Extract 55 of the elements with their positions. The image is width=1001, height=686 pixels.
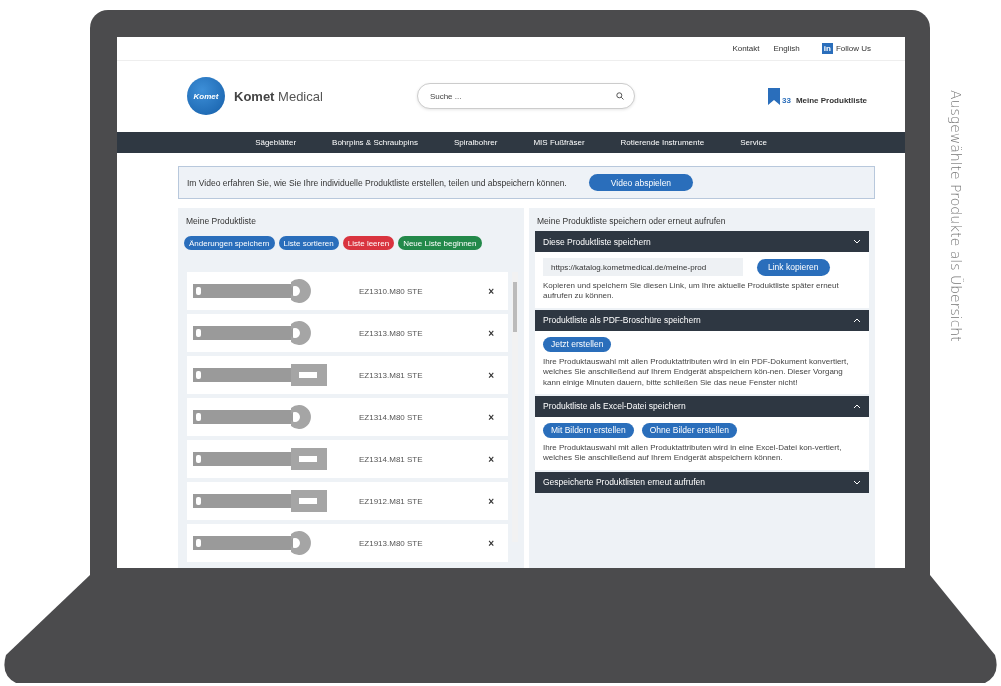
search-icon[interactable] (615, 92, 624, 101)
nav-item[interactable]: Rotierende Instrumente (602, 137, 723, 147)
chevron-up-icon[interactable] (853, 403, 861, 409)
chevron-up-icon[interactable] (853, 317, 861, 323)
panel-title: Meine Produktliste speichern oder erneut aufrufen (537, 216, 727, 226)
top-link[interactable]: English (773, 44, 800, 54)
action-button[interactable]: Liste sortieren (278, 236, 339, 250)
product-code: EZ1313.M80 STE (359, 328, 423, 338)
search-field[interactable]: Suche ... (416, 83, 635, 110)
banner-text: Im Video erfahren Sie, wie Sie Ihre individuelle Produktliste erstellen, teilen und abspeichern können. (187, 177, 567, 188)
video-button[interactable]: Video abspielen (588, 174, 694, 191)
action-button[interactable]: Änderungen speichern (184, 236, 275, 250)
product-code: EZ1310.M80 STE (359, 286, 423, 296)
action-button[interactable]: Neue Liste beginnen (398, 236, 482, 250)
action-button[interactable]: Link kopieren (757, 258, 830, 276)
remove-button[interactable]: × (488, 369, 494, 381)
follow-link[interactable]: in Follow Us (821, 43, 871, 55)
nav-item[interactable]: Bohrpins & Schraubpins (314, 137, 436, 147)
chevron-down-icon[interactable] (853, 239, 861, 244)
nav-item[interactable]: Service (722, 137, 785, 147)
chevron-down-icon[interactable] (853, 479, 861, 485)
product-code: EZ1314.M80 STE (359, 412, 423, 422)
logo: Komet (187, 77, 225, 116)
brand-name: Komet Medical (234, 88, 323, 104)
remove-button[interactable]: × (488, 285, 494, 297)
product-code: EZ1913.M80 STE (359, 538, 423, 548)
nav-item[interactable]: Spiralbohrer (435, 137, 516, 147)
bookmark-icon (767, 87, 780, 105)
side-caption: Ausgewählte Produkte als Übersicht (948, 90, 964, 344)
remove-button[interactable]: × (488, 537, 494, 549)
product-list-link[interactable]: 33 Meine Produktliste (767, 87, 867, 105)
section-text: Kopieren und speichern Sie diesen Link, um Ihre aktuelle Produktliste später erneut aufrufen zu können. (543, 281, 840, 302)
remove-button[interactable]: × (488, 495, 494, 507)
top-link[interactable]: Kontakt (732, 44, 760, 54)
panel-title: Meine Produktliste (186, 216, 257, 226)
nav-item[interactable]: MIS Fußfräser (515, 137, 603, 147)
product-code: EZ1912.M81 STE (359, 496, 423, 506)
action-button[interactable]: Ohne Bilder erstellen (641, 422, 738, 438)
link-field[interactable]: https://katalog.kometmedical.de/meine-prod (543, 258, 743, 276)
remove-button[interactable]: × (488, 327, 494, 339)
action-button[interactable]: Liste leeren (342, 236, 395, 250)
accordion-header[interactable]: Gespeicherte Produktlisten erneut aufrufen (535, 471, 869, 493)
action-button[interactable]: Jetzt erstellen (543, 336, 612, 352)
product-code: EZ1313.M81 STE (359, 370, 423, 380)
accordion-header[interactable]: Produktliste als Excel-Datei speichern (535, 395, 869, 417)
product-code: EZ1314.M81 STE (359, 454, 423, 464)
section-text: Ihre Produktauswahl mit allen Produktattributen wird in ein PDF-Dokument konvertiert, welches Sie anschließend auf Ihrem Endgerät abspeichern kön-nen. Dieser Vorgang kann einige Minuten dauern, bitte schließen Sie das neue Fenster nicht! (543, 356, 850, 388)
remove-button[interactable]: × (488, 411, 494, 423)
accordion-header[interactable]: Diese Produktliste speichern (535, 231, 869, 252)
remove-button[interactable]: × (488, 453, 494, 465)
section-text: Ihre Produktauswahl mit allen Produktattributen wird in eine Excel-Datei kon-vertiert, welches Sie anschließend auf Ihrem Endgerät abspeichern können. (543, 442, 843, 464)
accordion-header[interactable]: Produktliste als PDF-Broschüre speichern (535, 309, 869, 331)
action-button[interactable]: Mit Bildern erstellen (543, 422, 634, 438)
scrollbar[interactable] (512, 272, 518, 542)
nav-item[interactable]: Sägeblätter (237, 137, 315, 147)
